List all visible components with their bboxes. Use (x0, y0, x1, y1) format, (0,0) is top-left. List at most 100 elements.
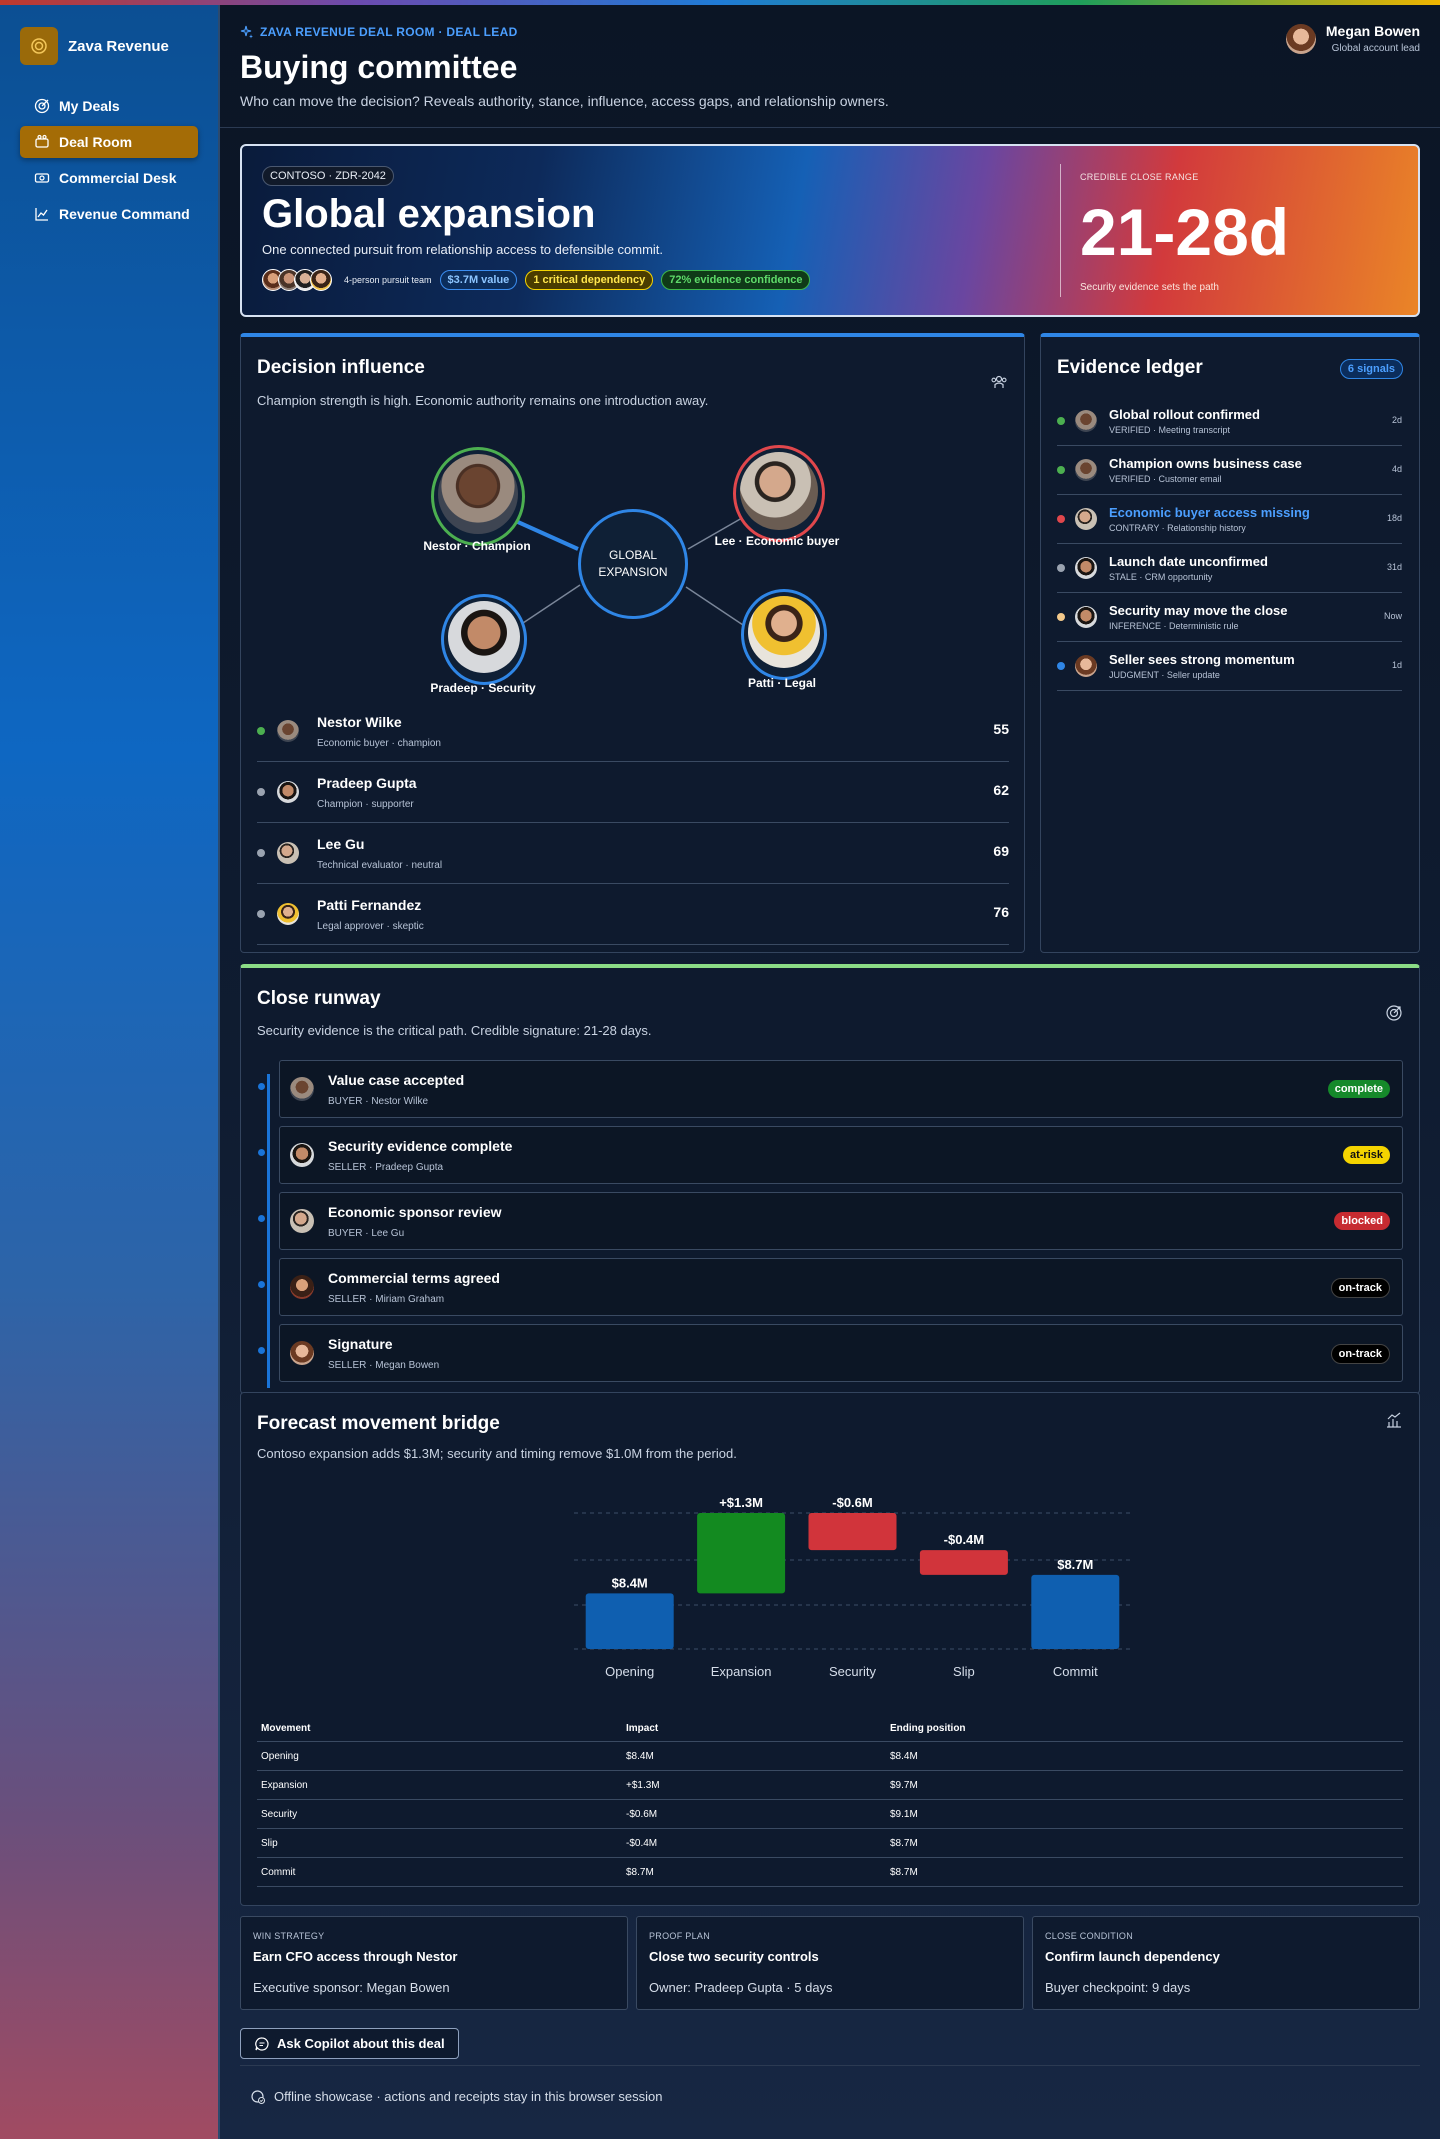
milestone-row[interactable]: Signature SELLER · Megan Bowen on-track (258, 1324, 1403, 1382)
milestone-row[interactable]: Commercial terms agreed SELLER · Miriam G… (258, 1258, 1403, 1316)
milestone-title: Signature (328, 1335, 393, 1352)
value-pill: $3.7M value (439, 270, 518, 290)
close-condition-tile[interactable]: CLOSE CONDITION Confirm launch dependenc… (1032, 1916, 1420, 2010)
stakeholder-list: Nestor Wilke Economic buyer · champion 5… (257, 701, 1009, 945)
status-dot (1057, 613, 1065, 621)
evidence-meta: STALE · CRM opportunity (1109, 572, 1213, 582)
node-patti[interactable] (741, 589, 827, 680)
deal-subtitle: One connected pursuit from relationship … (262, 242, 664, 257)
proof-plan-tile[interactable]: PROOF PLAN Close two security controls O… (636, 1916, 1024, 2010)
evidence-title[interactable]: Economic buyer access missing (1109, 505, 1310, 520)
timeline-rail (267, 1074, 270, 1388)
milestone-meta: SELLER · Megan Bowen (328, 1359, 440, 1371)
card-title: Forecast movement bridge (257, 1413, 500, 1434)
avatar (290, 1209, 314, 1233)
eyebrow: ZAVA REVENUE DEAL ROOM · DEAL LEAD (240, 25, 518, 39)
table-cell: $9.1M (890, 1808, 918, 1820)
tile-detail: Executive sponsor: Megan Bowen (253, 1980, 450, 1995)
avatar (1285, 23, 1316, 54)
milestone-title: Economic sponsor review (328, 1203, 502, 1220)
influence-score: 62 (993, 782, 1009, 798)
meeting-room-icon (35, 134, 49, 148)
sidebar-item-commercial-desk[interactable]: Commercial Desk (20, 162, 198, 194)
milestone-row[interactable]: Economic sponsor review BUYER · Lee Gu bl… (258, 1192, 1403, 1250)
status-badge: complete (1327, 1080, 1390, 1098)
evidence-item[interactable]: Seller sees strong momentum JUDGMENT · Se… (1057, 642, 1402, 691)
stakeholder-row[interactable]: Nestor Wilke Economic buyer · champion 5… (257, 701, 1009, 762)
column-header: Impact (626, 1722, 659, 1734)
evidence-item[interactable]: Global rollout confirmed VERIFIED · Meeti… (1057, 397, 1402, 446)
card-title: Evidence ledger (1057, 357, 1203, 378)
table-row: Security -$0.6M $9.1M (257, 1800, 1403, 1829)
avatar (290, 1341, 314, 1365)
influence-score: 55 (993, 721, 1009, 737)
status-dot (1057, 564, 1065, 572)
evidence-item[interactable]: Economic buyer access missing CONTRARY · … (1057, 495, 1402, 544)
target-arrow-icon[interactable] (1385, 1004, 1403, 1027)
main-content: ZAVA REVENUE DEAL ROOM · DEAL LEAD Buyin… (220, 5, 1440, 2139)
sidebar-item-revenue-command[interactable]: Revenue Command (20, 198, 198, 230)
milestone-row[interactable]: Value case accepted BUYER · Nestor Wilke … (258, 1060, 1403, 1118)
user-profile[interactable]: Megan Bowen Global account lead (1285, 23, 1420, 54)
node-lee[interactable] (733, 445, 825, 542)
deal-hero: CONTOSO · ZDR-2042 Global expansion One … (240, 144, 1420, 317)
table-cell: $8.4M (626, 1750, 654, 1762)
milestone-row[interactable]: Security evidence complete SELLER · Prade… (258, 1126, 1403, 1184)
table-cell: $8.7M (626, 1866, 654, 1878)
tile-title: Confirm launch dependency (1045, 1949, 1220, 1964)
evidence-item[interactable]: Champion owns business case VERIFIED · Cu… (1057, 446, 1402, 495)
card-subtitle: Security evidence is the critical path. … (257, 1023, 652, 1038)
node-label: Pradeep · Security (430, 681, 536, 695)
footer: Offline showcase · actions and receipts … (240, 2065, 1420, 2127)
avatar (290, 1143, 314, 1167)
deal-center-node[interactable]: GLOBAL EXPANSION (578, 509, 688, 619)
stakeholder-name: Lee Gu (317, 835, 365, 852)
table-cell: -$0.6M (626, 1808, 658, 1820)
status-badge: at-risk (1342, 1146, 1390, 1164)
strategy-tiles: WIN STRATEGY Earn CFO access through Nes… (240, 1916, 1420, 2010)
sidebar-item-label: Revenue Command (59, 206, 190, 222)
team-avatars[interactable] (262, 269, 332, 291)
decision-influence-card: Decision influence Champion strength is … (240, 333, 1025, 953)
avatar (1075, 459, 1097, 481)
table-cell: $8.7M (890, 1837, 918, 1849)
node-pradeep[interactable] (441, 594, 527, 685)
evidence-meta: VERIFIED · Meeting transcript (1109, 425, 1231, 435)
sidebar-item-label: My Deals (59, 98, 120, 114)
evidence-meta: INFERENCE · Deterministic rule (1109, 621, 1239, 631)
deal-code-badge: CONTOSO · ZDR-2042 (262, 166, 394, 186)
node-nestor[interactable] (431, 447, 525, 546)
sidebar-item-my-deals[interactable]: My Deals (20, 90, 198, 122)
win-strategy-tile[interactable]: WIN STRATEGY Earn CFO access through Nes… (240, 1916, 628, 2010)
evidence-title: Champion owns business case (1109, 456, 1302, 471)
brand[interactable]: Zava Revenue (20, 27, 169, 65)
data-label: +$1.3M (719, 1495, 763, 1510)
deal-title: Global expansion (262, 192, 596, 236)
stakeholder-name: Patti Fernandez (317, 896, 422, 913)
sidebar-item-label: Commercial Desk (59, 170, 177, 186)
card-subtitle: Contoso expansion adds $1.3M; security a… (257, 1446, 737, 1461)
stakeholder-row[interactable]: Pradeep Gupta Champion · supporter 62 (257, 762, 1009, 823)
stakeholder-name: Nestor Wilke (317, 713, 402, 730)
stakeholder-row[interactable]: Lee Gu Technical evaluator · neutral 69 (257, 823, 1009, 884)
status-dot (1057, 417, 1065, 425)
sidebar-item-deal-room[interactable]: Deal Room (20, 126, 198, 158)
stakeholder-row[interactable]: Patti Fernandez Legal approver · skeptic… (257, 884, 1009, 945)
milestone-title: Value case accepted (328, 1071, 465, 1088)
status-dot (1057, 515, 1065, 523)
tile-label: CLOSE CONDITION (1045, 1931, 1134, 1941)
avatar (1075, 655, 1097, 677)
evidence-item[interactable]: Security may move the close INFERENCE · D… (1057, 593, 1402, 642)
button-label: Ask Copilot about this deal (277, 2036, 445, 2051)
trend-chart-icon[interactable] (1385, 1411, 1403, 1434)
brand-name: Zava Revenue (68, 37, 169, 55)
evidence-item[interactable]: Launch date unconfirmed STALE · CRM oppor… (1057, 544, 1402, 593)
ask-copilot-button[interactable]: Ask Copilot about this deal (240, 2028, 459, 2059)
evidence-ledger-card: Evidence ledger 6 signals Global rollout… (1040, 333, 1420, 953)
evidence-age: 2d (1391, 415, 1402, 425)
milestone-meta: BUYER · Nestor Wilke (328, 1095, 429, 1107)
bar-slip (919, 1550, 1008, 1575)
data-label: $8.7M (1057, 1557, 1093, 1572)
evidence-age: Now (1383, 611, 1402, 621)
page-subtitle: Who can move the decision? Reveals autho… (240, 93, 889, 109)
